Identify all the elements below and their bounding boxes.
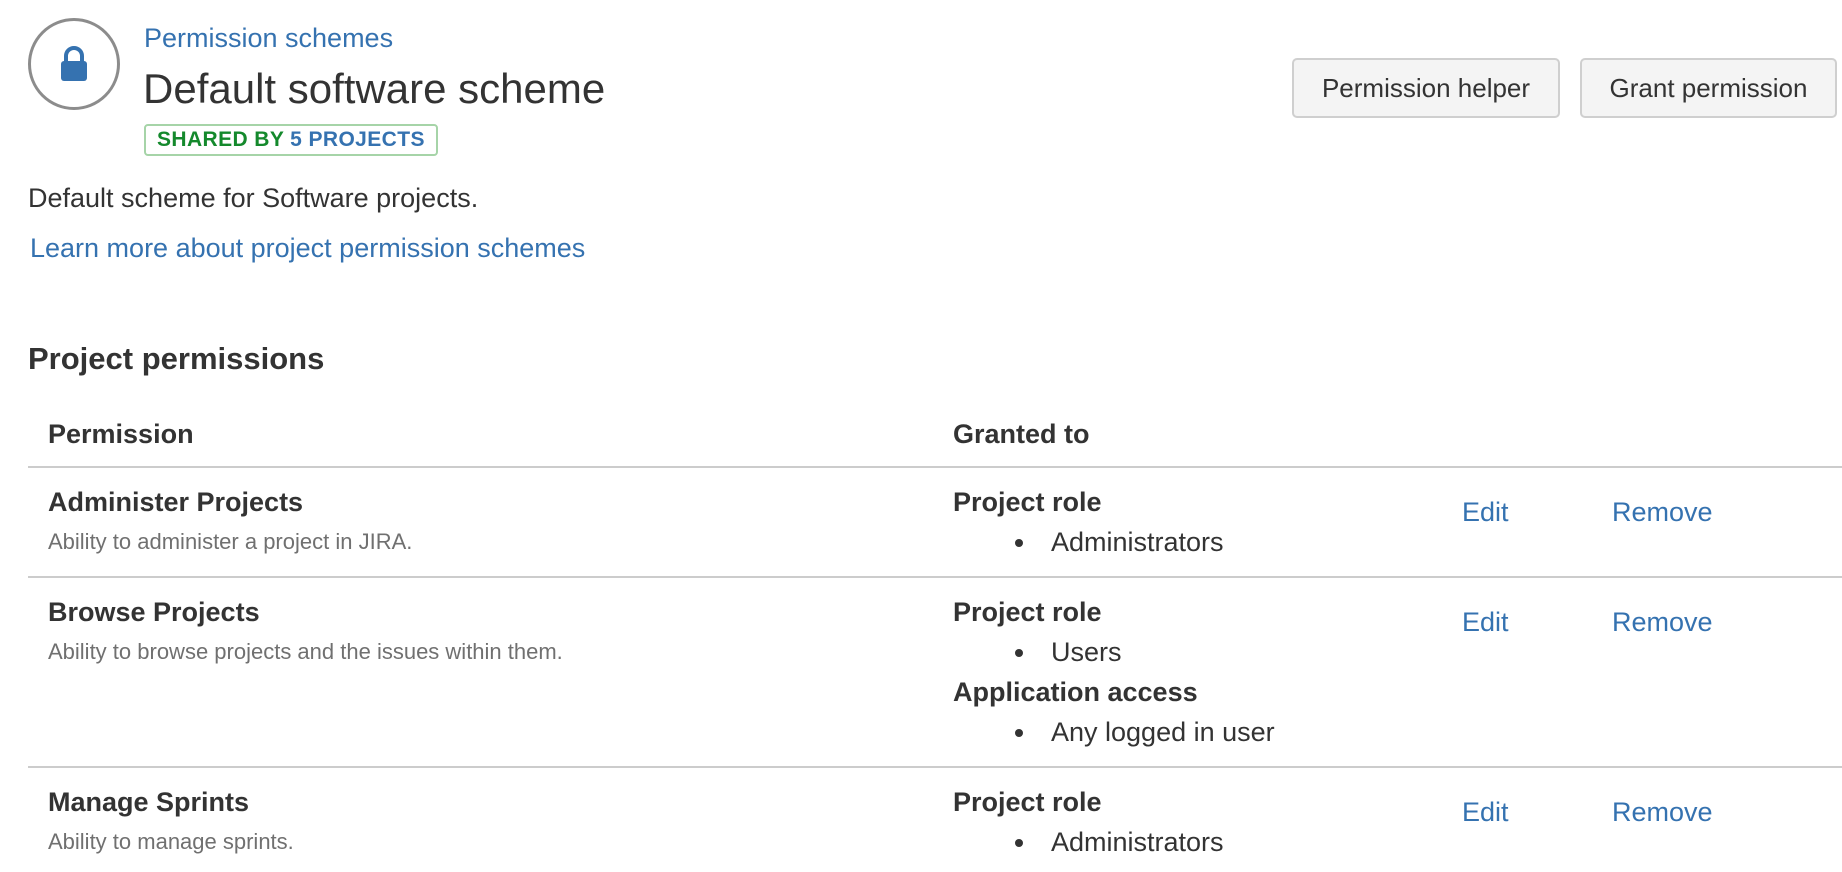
table-row: Browse Projects Ability to browse projec… [28,578,1842,768]
granted-to-cell: Project role Administrators [953,786,1433,866]
grant-item: Administrators [953,826,1433,866]
scheme-avatar [28,18,120,110]
grant-item: Administrators [953,526,1433,566]
column-header-permission: Permission [48,419,194,449]
permission-description: Ability to administer a project in JIRA. [48,529,413,554]
grant-item: Any logged in user [953,716,1433,756]
remove-link[interactable]: Remove [1612,796,1713,828]
permission-name: Administer Projects [48,487,304,517]
permission-description: Ability to manage sprints. [48,829,294,854]
grant-type: Project role [953,597,1102,627]
permission-name: Browse Projects [48,597,260,627]
table-row: Manage Sprints Ability to manage sprints… [28,768,1842,872]
table-row: Administer Projects Ability to administe… [28,468,1842,578]
permission-helper-button[interactable]: Permission helper [1292,58,1560,118]
permissions-table: Permission Granted to Administer Project… [28,410,1842,872]
grant-type: Project role [953,487,1102,517]
granted-to-cell: Project role Administrators [953,486,1433,566]
page-title: Default software scheme [143,65,606,112]
column-header-granted-to: Granted to [953,419,1090,449]
grant-list: Administrators [953,826,1433,866]
grant-list: Any logged in user [953,716,1433,756]
granted-to-cell: Project role Users Application access An… [953,596,1433,756]
edit-link[interactable]: Edit [1462,796,1509,828]
shared-projects-link[interactable]: 5 PROJECTS [290,128,425,151]
grant-list: Administrators [953,526,1433,566]
learn-more-link[interactable]: Learn more about project permission sche… [30,232,585,264]
grant-type: Project role [953,787,1102,817]
breadcrumb-permission-schemes[interactable]: Permission schemes [144,22,393,54]
scheme-description: Default scheme for Software projects. [28,183,479,213]
grant-item: Users [953,636,1433,676]
permission-description: Ability to browse projects and the issue… [48,639,563,664]
section-title: Project permissions [28,341,325,376]
table-header: Permission Granted to [28,410,1842,468]
permission-name: Manage Sprints [48,787,250,817]
grant-list: Users [953,636,1433,676]
lock-icon [61,46,87,81]
edit-link[interactable]: Edit [1462,606,1509,638]
edit-link[interactable]: Edit [1462,496,1509,528]
remove-link[interactable]: Remove [1612,606,1713,638]
remove-link[interactable]: Remove [1612,496,1713,528]
grant-permission-button[interactable]: Grant permission [1580,58,1837,118]
shared-by-label: SHARED BY [157,128,284,151]
shared-by-badge: SHARED BY 5 PROJECTS [144,124,438,156]
grant-type: Application access [953,677,1198,707]
permission-scheme-page: Permission schemes Default software sche… [0,0,1842,872]
